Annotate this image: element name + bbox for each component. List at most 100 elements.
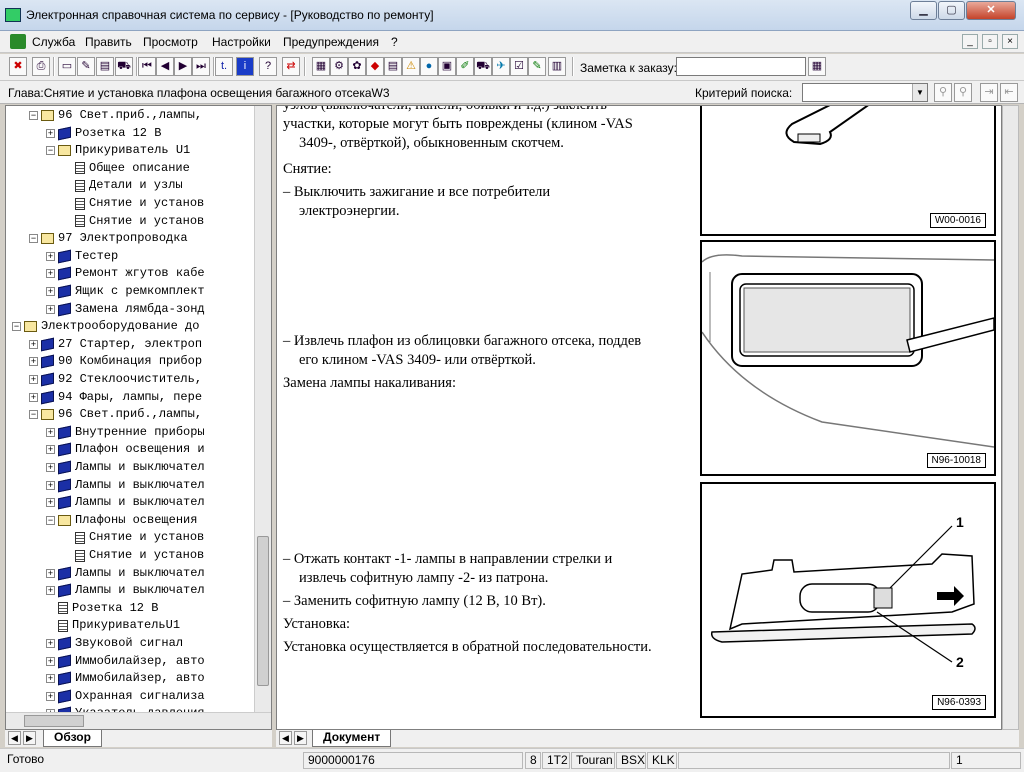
tool-icon-1[interactable]: ▦ <box>312 57 330 76</box>
tree-item[interactable]: − Электрооборудование до <box>12 318 199 335</box>
doc-tab-prev-icon[interactable]: ◀ <box>279 731 292 745</box>
tree-item[interactable]: + Внутренние приборы <box>46 424 205 441</box>
tree-item[interactable]: + Лампы и выключател <box>46 459 205 476</box>
expand-icon[interactable]: + <box>46 269 55 279</box>
menu-help[interactable]: ? <box>391 35 398 49</box>
expand-icon[interactable]: + <box>46 463 55 472</box>
expand-icon[interactable]: + <box>46 691 55 701</box>
mdi-restore-button[interactable]: ▫ <box>982 34 998 49</box>
collapse-icon[interactable]: − <box>29 111 38 120</box>
tool-icon-11[interactable]: ✈ <box>492 57 510 76</box>
expand-icon[interactable]: + <box>29 357 38 367</box>
doc-tab-next-icon[interactable]: ▶ <box>294 731 307 745</box>
tree-item[interactable]: − 96 Свет.приб.,лампы, <box>29 406 202 423</box>
warning-icon[interactable]: ⚠ <box>402 57 420 76</box>
tree-item[interactable]: Снятие и установ <box>63 213 204 230</box>
mdi-close-button[interactable]: × <box>1002 34 1018 49</box>
tree-item[interactable]: − 97 Электропроводка <box>29 230 188 247</box>
tree-item[interactable]: +27 Стартер, электроп <box>29 336 202 353</box>
tool-icon-14[interactable]: ▥ <box>548 57 566 76</box>
help-icon[interactable]: ? <box>259 57 277 76</box>
collapse-icon[interactable]: − <box>29 410 38 420</box>
tree-item[interactable]: + Ремонт жгутов кабе <box>46 265 205 282</box>
minimize-button[interactable]: ▁ <box>910 1 937 20</box>
app-menu-icon[interactable] <box>10 34 26 49</box>
search-criteria-select[interactable]: ▼ <box>802 83 928 102</box>
tree-item[interactable]: + Иммобилайзер, авто <box>46 653 205 670</box>
tree-item[interactable]: − 96 Свет.приб.,лампы, <box>29 107 202 124</box>
collapse-icon[interactable]: − <box>46 515 55 525</box>
expand-icon[interactable]: + <box>46 128 55 138</box>
tree-item[interactable]: + Ящик с ремкомплект <box>46 283 205 300</box>
tree-item[interactable]: + Лампы и выключател <box>46 565 205 582</box>
up-level-icon[interactable]: t. <box>215 57 233 76</box>
tree-item[interactable]: + Иммобилайзер, авто <box>46 670 205 687</box>
expand-icon[interactable]: + <box>46 639 55 648</box>
folder-icon[interactable]: ▤ <box>96 57 114 76</box>
expand-icon[interactable]: + <box>29 375 38 384</box>
exit-icon[interactable]: ✖ <box>9 57 27 76</box>
expand-icon[interactable]: + <box>46 304 55 314</box>
expand-icon[interactable]: + <box>29 392 38 402</box>
tree-item[interactable]: Снятие и установ <box>63 195 204 212</box>
menu-service[interactable]: Служба <box>32 35 75 49</box>
tree-item[interactable]: +90 Комбинация прибор <box>29 353 202 370</box>
maximize-button[interactable]: ▢ <box>938 1 965 20</box>
menu-edit[interactable]: Править <box>85 35 132 49</box>
first-page-icon[interactable]: ⏮ <box>138 57 156 76</box>
expand-icon[interactable]: + <box>46 427 55 437</box>
tree-item[interactable]: +94 Фары, лампы, пере <box>29 389 202 406</box>
close-button[interactable]: ✕ <box>966 1 1016 20</box>
tree-item[interactable]: Детали и узлы <box>63 177 183 194</box>
search-clear-icon[interactable]: ⚲ <box>954 83 972 102</box>
tree-item[interactable]: Общее описание <box>63 160 190 177</box>
expand-icon[interactable]: + <box>46 498 55 508</box>
expand-icon[interactable]: + <box>46 656 55 666</box>
expand-icon[interactable]: + <box>46 251 55 261</box>
tree-horizontal-scrollbar[interactable] <box>6 712 271 729</box>
tree-item[interactable]: + Лампы и выключател <box>46 494 205 511</box>
tree-item[interactable]: + Лампы и выключател <box>46 477 205 494</box>
tree-item[interactable]: +92 Стеклоочиститель, <box>29 371 202 388</box>
expand-icon[interactable]: + <box>46 445 55 455</box>
tool-icon-2[interactable]: ⚙ <box>330 57 348 76</box>
note-edit-icon[interactable]: ▦ <box>808 57 826 76</box>
menu-view[interactable]: Просмотр <box>143 35 198 49</box>
menu-settings[interactable]: Настройки <box>212 35 271 49</box>
tab-prev-icon[interactable]: ◀ <box>8 731 21 745</box>
tree-item[interactable]: + Охранная сигнализа <box>46 688 205 705</box>
tree-item[interactable]: + Розетка 12 В <box>46 125 161 142</box>
edit-document-icon[interactable]: ✎ <box>77 57 95 76</box>
expand-icon[interactable]: + <box>29 339 38 349</box>
search-icon[interactable]: ⚲ <box>934 83 952 102</box>
tree-item[interactable]: + Плафон освещения и <box>46 441 205 458</box>
tool-icon-12[interactable]: ☑ <box>510 57 528 76</box>
tool-icon-4[interactable]: ◆ <box>366 57 384 76</box>
tab-overview[interactable]: Обзор <box>43 730 102 747</box>
tab-document[interactable]: Документ <box>312 730 392 747</box>
info-icon[interactable]: i <box>236 57 254 76</box>
tool-icon-13[interactable]: ✎ <box>528 57 546 76</box>
expand-icon[interactable]: + <box>46 568 55 578</box>
next-page-icon[interactable]: ▶ <box>174 57 192 76</box>
mdi-minimize-button[interactable]: _ <box>962 34 978 49</box>
tree-item[interactable]: Снятие и установ <box>63 547 204 564</box>
document-vertical-scrollbar[interactable] <box>1002 105 1019 730</box>
tab-next-icon[interactable]: ▶ <box>23 731 36 745</box>
expand-icon[interactable]: + <box>46 586 55 596</box>
new-document-icon[interactable]: ▭ <box>58 57 76 76</box>
tool-icon-10[interactable]: ⛟ <box>474 57 492 76</box>
last-page-icon[interactable]: ⏭ <box>192 57 210 76</box>
tree-item[interactable]: + Замена лямбда-зонд <box>46 301 205 318</box>
tree-item[interactable]: − Прикуриватель U1 <box>46 142 190 159</box>
expand-icon[interactable]: + <box>46 480 55 490</box>
tool-icon-3[interactable]: ✿ <box>348 57 366 76</box>
tree-item[interactable]: + Звуковой сигнал <box>46 635 183 652</box>
tree-item[interactable]: Снятие и установ <box>63 529 204 546</box>
tool-icon-8[interactable]: ▣ <box>438 57 456 76</box>
swap-icon[interactable]: ⇄ <box>282 57 300 76</box>
chevron-down-icon[interactable]: ▼ <box>912 84 927 101</box>
tree-item[interactable]: + Тестер <box>46 248 118 265</box>
collapse-icon[interactable]: − <box>12 322 21 332</box>
prev-page-icon[interactable]: ◀ <box>156 57 174 76</box>
